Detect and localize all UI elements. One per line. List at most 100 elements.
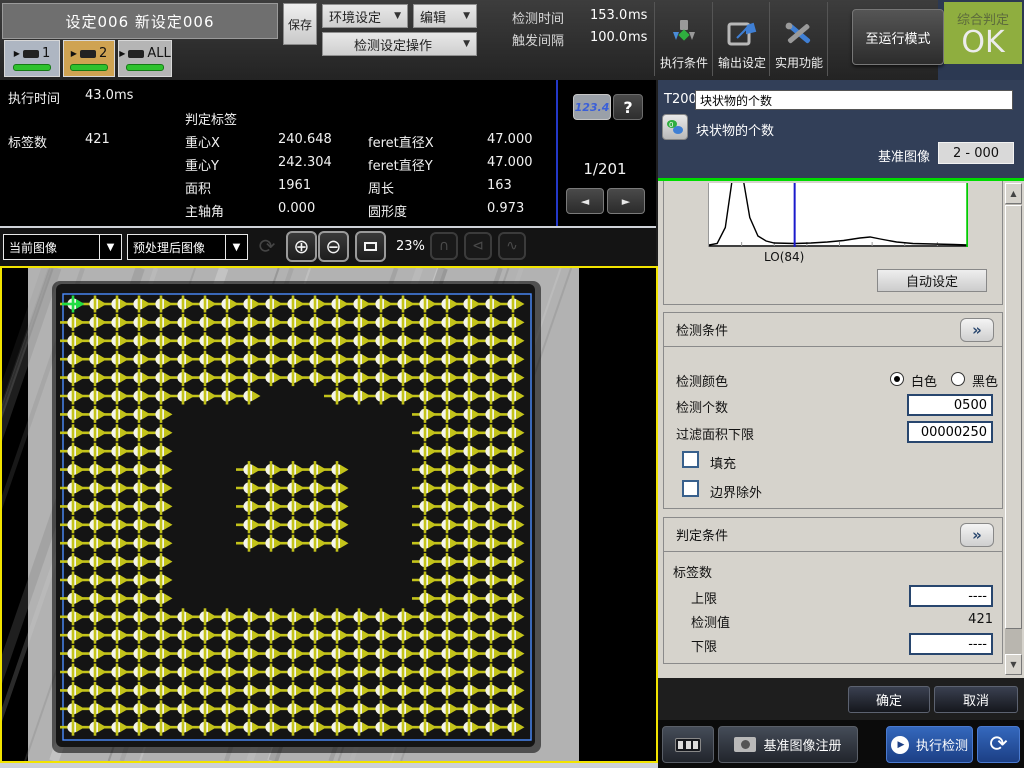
tab-all[interactable]: ▶ALL: [118, 40, 172, 77]
ref-image-register-button[interactable]: 基准图像注册: [718, 726, 858, 763]
judge-condition-section: 判定条件 » 标签数 上限 检测值 421 下限: [663, 517, 1003, 664]
chevron-down-icon: ▼: [99, 235, 121, 259]
play-icon: ▶: [891, 736, 909, 754]
exec-condition-button[interactable]: 执行条件: [656, 1, 712, 77]
image-source-select[interactable]: 当前图像 ▼: [3, 234, 122, 260]
ref-image-value-button[interactable]: 2 - 000: [938, 142, 1014, 164]
right-arrow-icon: ►: [622, 195, 630, 208]
unit-title: 块状物的个数: [696, 120, 774, 139]
auto-set-button[interactable]: 自动设定: [877, 269, 987, 292]
sync-icon: ⟳: [989, 732, 1007, 757]
ok-button[interactable]: 确定: [848, 686, 930, 713]
numeric-display-button[interactable]: 123.4: [573, 94, 611, 120]
scene-title: 设定006 新设定006: [2, 3, 278, 39]
detect-count-input[interactable]: [907, 394, 993, 416]
utility-button[interactable]: 实用功能: [771, 1, 827, 77]
edge-exclude-checkbox[interactable]: [682, 480, 699, 497]
judge-expand-button[interactable]: »: [960, 523, 994, 547]
next-page-button[interactable]: ►: [607, 188, 645, 214]
vision-app-window: 设定006 新设定006 保存 环境设定▼ 编辑▼ 检测设定操作▼ 检测时间 1…: [0, 0, 1024, 768]
output-settings-button[interactable]: 输出设定: [714, 1, 770, 77]
white-radio[interactable]: [890, 372, 904, 386]
help-button[interactable]: ?: [613, 94, 643, 120]
unit-bar-icon: [128, 50, 144, 58]
upper-limit-input[interactable]: [909, 585, 993, 607]
results-divider: [556, 80, 558, 226]
blob-count-icon: 0: [662, 114, 688, 140]
judge-section-title: 判定条件: [676, 525, 728, 544]
fill-checkbox[interactable]: [682, 451, 699, 468]
unit-bar-icon: [80, 50, 96, 58]
scroll-down-button[interactable]: ▼: [1005, 654, 1022, 675]
back-view-button[interactable]: ⊲: [464, 232, 492, 260]
refresh-icon: ⟳: [254, 232, 280, 260]
save-button[interactable]: 保存: [283, 3, 317, 45]
measure-time-label: 检测时间: [512, 8, 564, 27]
cancel-button[interactable]: 取消: [934, 686, 1018, 713]
fit-screen-button[interactable]: [355, 231, 386, 262]
unit-name-input[interactable]: [695, 90, 1013, 110]
scrollbar-thumb[interactable]: [1005, 205, 1022, 629]
trigger-interval-label: 触发间隔: [512, 30, 564, 49]
chevron-down-icon: ▼: [225, 235, 247, 259]
ref-image-label: 基准图像: [878, 146, 930, 165]
lower-limit-input[interactable]: [909, 633, 993, 655]
prev-page-button[interactable]: ◄: [566, 188, 604, 214]
flow-condition-icon: [667, 18, 701, 50]
unit-bar-icon: [23, 50, 39, 58]
play-icon: ▶: [71, 49, 77, 58]
judge-label-title: 判定标签: [185, 109, 237, 128]
left-arrow-icon: ◄: [581, 195, 589, 208]
wrench-icon: [782, 18, 816, 50]
histogram-panel: [708, 183, 968, 247]
output-icon: [725, 18, 759, 50]
histogram-section: LO(84) 自动设定: [663, 181, 1003, 305]
detect-section-title: 检测条件: [676, 320, 728, 339]
exec-time-label: 执行时间: [8, 88, 60, 107]
chip-image-svg: [2, 268, 656, 761]
detect-expand-button[interactable]: »: [960, 318, 994, 342]
tab-line2-active[interactable]: ▶2: [63, 40, 115, 77]
profile-view-button[interactable]: ∩: [430, 232, 458, 260]
measure-settings-menu[interactable]: 检测设定操作▼: [322, 32, 477, 56]
zoom-percent: 23%: [396, 239, 425, 254]
detect-condition-section: 检测条件 » 检测颜色 白色 黑色 检测个数 过滤面积下限 填充 边界除外: [663, 312, 1003, 509]
chevron-down-icon: ▼: [463, 39, 470, 49]
settings-scroll-area: LO(84) 自动设定 检测条件 » 检测颜色 白色 黑色 检测个数 过滤面积下…: [658, 181, 1024, 678]
overall-judgement: 综合判定 OK: [944, 2, 1022, 64]
scroll-up-button[interactable]: ▲: [1005, 183, 1022, 204]
play-icon: ▶: [14, 49, 20, 58]
play-icon: ▶: [119, 49, 125, 58]
filmstrip-icon: [675, 738, 701, 752]
trigger-interval-value: 100.0: [590, 30, 627, 45]
measured-value: 421: [909, 612, 993, 627]
image-adjust-button[interactable]: ∿: [498, 232, 526, 260]
chevron-down-icon: ▼: [394, 11, 401, 21]
unit-id: T200: [664, 92, 697, 107]
image-view-select[interactable]: 预处理后图像 ▼: [127, 234, 248, 260]
judge-value: OK: [961, 28, 1004, 58]
tab-line1[interactable]: ▶1: [4, 40, 60, 77]
zoom-in-button[interactable]: ⊕: [286, 231, 317, 262]
svg-text:0: 0: [669, 121, 673, 129]
tab-status-bar: [126, 64, 164, 71]
settings-scrollbar[interactable]: ▲ ▼: [1005, 183, 1022, 675]
run-mode-button[interactable]: 至运行模式: [852, 9, 944, 65]
fit-rect-icon: [364, 242, 377, 251]
environment-menu[interactable]: 环境设定▼: [322, 4, 408, 28]
filter-area-input[interactable]: [907, 421, 993, 443]
retest-sync-button[interactable]: ⟳: [977, 726, 1020, 763]
zoom-out-button[interactable]: ⊖: [318, 231, 349, 262]
tab-status-bar: [70, 64, 108, 71]
camera-icon: [734, 737, 756, 752]
run-test-button[interactable]: ▶ 执行检测: [886, 726, 973, 763]
black-radio[interactable]: [951, 372, 965, 386]
camera-image-viewport[interactable]: [0, 266, 658, 763]
chevron-down-icon: ▼: [463, 11, 470, 21]
image-log-button[interactable]: [662, 726, 714, 763]
label-count-value: 421: [85, 132, 110, 147]
lo-threshold-label: LO(84): [764, 250, 804, 264]
exec-time-value: 43.0ms: [85, 88, 133, 103]
measure-time-value: 153.0: [590, 8, 627, 23]
edit-menu[interactable]: 编辑▼: [413, 4, 477, 28]
